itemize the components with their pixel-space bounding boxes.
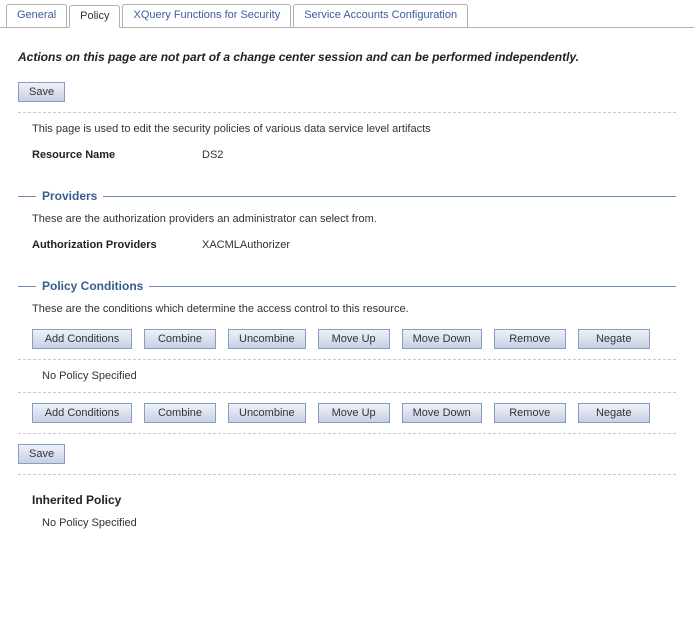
tab-policy[interactable]: Policy [69, 5, 120, 28]
policy-toolbar-upper: Add Conditions Combine Uncombine Move Up… [32, 329, 676, 349]
auth-providers-row: Authorization Providers XACMLAuthorizer [32, 239, 676, 251]
move-up-button[interactable]: Move Up [318, 329, 390, 349]
move-up-button[interactable]: Move Up [318, 403, 390, 423]
independent-action-notice: Actions on this page are not part of a c… [18, 50, 676, 64]
policy-toolbar-lower: Add Conditions Combine Uncombine Move Up… [32, 403, 676, 423]
tab-service-accounts[interactable]: Service Accounts Configuration [293, 4, 468, 27]
negate-button[interactable]: Negate [578, 329, 650, 349]
combine-button[interactable]: Combine [144, 403, 216, 423]
uncombine-button[interactable]: Uncombine [228, 403, 306, 423]
resource-name-value: DS2 [202, 149, 223, 161]
move-down-button[interactable]: Move Down [402, 403, 482, 423]
divider [18, 392, 676, 393]
auth-providers-value: XACMLAuthorizer [202, 239, 290, 251]
policy-conditions-description: These are the conditions which determine… [32, 303, 676, 315]
page-content: Actions on this page are not part of a c… [0, 28, 694, 559]
save-button-bottom[interactable]: Save [18, 444, 65, 464]
resource-name-row: Resource Name DS2 [32, 149, 676, 161]
add-conditions-button[interactable]: Add Conditions [32, 329, 132, 349]
no-policy-specified: No Policy Specified [42, 370, 676, 382]
add-conditions-button[interactable]: Add Conditions [32, 403, 132, 423]
remove-button[interactable]: Remove [494, 329, 566, 349]
resource-name-label: Resource Name [32, 149, 202, 161]
divider [18, 474, 676, 475]
tab-xquery[interactable]: XQuery Functions for Security [122, 4, 291, 27]
save-button-top[interactable]: Save [18, 82, 65, 102]
policy-conditions-title: Policy Conditions [36, 279, 149, 293]
page-description: This page is used to edit the security p… [32, 123, 676, 135]
tab-general[interactable]: General [6, 4, 67, 27]
remove-button[interactable]: Remove [494, 403, 566, 423]
divider [18, 433, 676, 434]
divider [18, 112, 676, 113]
inherited-policy-title: Inherited Policy [32, 493, 676, 507]
uncombine-button[interactable]: Uncombine [228, 329, 306, 349]
divider [18, 359, 676, 360]
negate-button[interactable]: Negate [578, 403, 650, 423]
tab-bar: General Policy XQuery Functions for Secu… [0, 0, 694, 28]
auth-providers-label: Authorization Providers [32, 239, 202, 251]
inherited-no-policy: No Policy Specified [42, 517, 676, 529]
providers-section-header: Providers [18, 189, 676, 203]
move-down-button[interactable]: Move Down [402, 329, 482, 349]
providers-description: These are the authorization providers an… [32, 213, 676, 225]
providers-title: Providers [36, 189, 103, 203]
policy-conditions-section-header: Policy Conditions [18, 279, 676, 293]
combine-button[interactable]: Combine [144, 329, 216, 349]
